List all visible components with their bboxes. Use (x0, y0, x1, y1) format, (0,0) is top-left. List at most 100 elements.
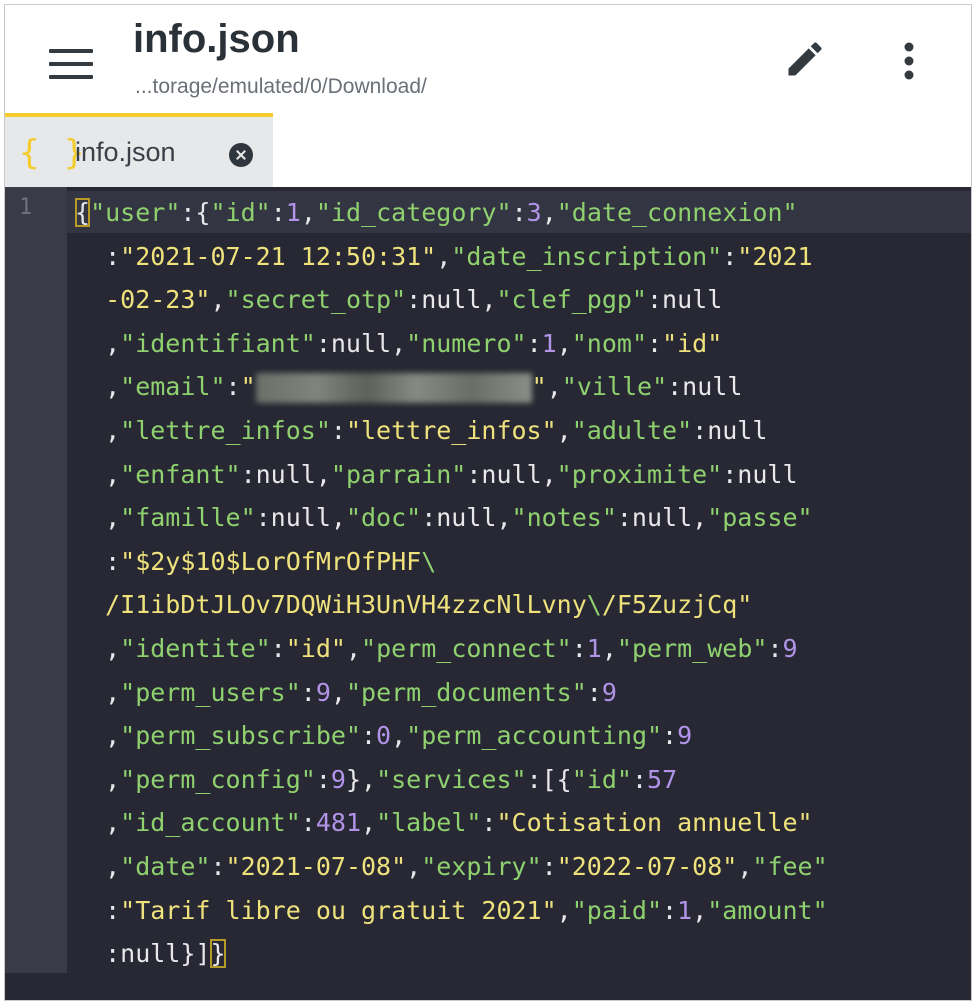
code-token: "2021-07-08" (225, 852, 407, 881)
more-vert-icon[interactable] (893, 39, 925, 83)
code-token: " (240, 372, 256, 402)
code-token: , (737, 852, 753, 881)
code-token: :null, (616, 503, 708, 533)
code-token: : (511, 198, 527, 227)
code-token: : (330, 416, 346, 445)
code-token: "proximite" (556, 459, 723, 489)
code-token: "famille" (120, 503, 256, 533)
tab-label: info.json (75, 137, 176, 167)
code-token: 9 (782, 634, 798, 663)
code-line: ,"enfant":null,"parrain":null,"proximite… (75, 453, 797, 497)
code-token: , (556, 328, 572, 358)
code-token: , (541, 198, 557, 227)
code-token: "fee" (752, 852, 828, 881)
code-token: "2021-07-21 12:50:31" (120, 241, 437, 271)
code-token: : (210, 852, 226, 881)
code-token: "perm_subscribe" (120, 721, 361, 751)
code-token: "identite" (120, 634, 271, 663)
code-token: , (75, 634, 121, 663)
code-line: ,"perm_subscribe":0,"perm_accounting":9 (75, 714, 692, 758)
code-token: , (210, 285, 226, 315)
hamburger-menu-icon[interactable] (49, 49, 93, 81)
code-token: "date" (120, 852, 211, 881)
code-token: : (586, 677, 602, 707)
code-token: "adulte" (571, 416, 693, 445)
code-token: , (75, 416, 121, 445)
code-token: :[{ (526, 764, 572, 794)
pencil-icon[interactable] (783, 37, 827, 81)
code-token: "lettre_infos" (120, 416, 331, 445)
code-token: : (75, 895, 121, 925)
code-token: : (360, 721, 377, 751)
code-token: "perm_connect" (361, 634, 572, 663)
code-token: : (315, 764, 331, 794)
code-token: "perm_users" (120, 677, 301, 707)
code-token: 1 (285, 198, 301, 227)
code-token: , (75, 328, 121, 358)
redacted-email (255, 373, 532, 404)
code-token: }, (345, 764, 377, 794)
file-path: ...torage/emulated/0/Download/ (135, 75, 427, 98)
code-token: 9 (330, 764, 346, 794)
code-token: , (436, 241, 452, 271)
code-line: ,"identifiant":null,"numero":1,"nom":"id… (75, 322, 722, 366)
code-token: , (75, 677, 121, 707)
code-token: "notes" (511, 503, 617, 533)
code-line: {"user":{"id":1,"id_category":3,"date_co… (75, 191, 798, 235)
code-line: /I1ibDtJLOv7DQWiH3UnVH4zzcNlLvny\/F5Zuzj… (75, 583, 752, 627)
line-number: 1 (19, 195, 33, 220)
code-token: "enfant" (120, 459, 241, 489)
code-token: , (75, 459, 121, 489)
code-token: "perm_accounting" (406, 721, 663, 751)
code-token: : (300, 808, 316, 838)
tab-info-json[interactable]: { } info.json (5, 113, 273, 187)
code-token: , (601, 634, 617, 663)
code-token: "ville" (561, 372, 668, 402)
code-token: , (556, 895, 572, 925)
code-token: "clef_pgp" (496, 285, 647, 315)
code-token: , (75, 852, 121, 881)
code-token: 1 (586, 634, 602, 663)
code-line: ,"identite":"id","perm_connect":1,"perm_… (75, 627, 798, 671)
code-token: 1 (541, 328, 557, 358)
code-token: , (330, 677, 346, 707)
code-line: ,"perm_config":9},"services":[{"id":57 (75, 758, 677, 802)
code-token: "id_category" (315, 198, 512, 227)
code-token: : (662, 721, 678, 751)
code-token: "user" (90, 198, 181, 227)
code-token: : (541, 852, 557, 881)
code-token: \ (586, 590, 602, 620)
code-token: :null}] (75, 939, 211, 969)
code-token: :null, (421, 503, 512, 533)
code-token: , (75, 503, 121, 533)
code-editor[interactable]: 1 {"user":{"id":1,"id_category":3,"date_… (5, 187, 971, 1000)
code-token: : (300, 677, 316, 707)
line-gutter: 1 (5, 187, 67, 973)
code-token: 3 (526, 198, 542, 227)
code-token: "label" (376, 808, 482, 838)
code-token: "$2y$10$LorOfMrOfPHF (120, 546, 422, 576)
code-line: ,"perm_users":9,"perm_documents":9 (75, 671, 617, 715)
code-token: : (526, 328, 542, 358)
code-line: ,"lettre_infos":"lettre_infos","adulte":… (75, 409, 767, 453)
code-line: -02-23","secret_otp":null,"clef_pgp":nul… (75, 278, 722, 322)
code-token: : (75, 241, 121, 271)
code-token: : (75, 546, 121, 576)
file-title: info.json (133, 17, 300, 61)
close-circle-icon[interactable] (229, 143, 253, 167)
code-token: "id_account" (120, 808, 301, 838)
code-token: " (531, 372, 547, 402)
code-line: :"2021-07-21 12:50:31","date_inscription… (75, 235, 813, 279)
code-line: ,"famille":null,"doc":null,"notes":null,… (75, 496, 812, 540)
code-token: :null, (240, 459, 331, 489)
code-token: : (225, 372, 241, 402)
code-token: , (391, 721, 407, 751)
code-token: :null (667, 372, 743, 402)
code-token: :null (692, 416, 768, 445)
code-token: "perm_config" (120, 764, 316, 794)
code-token: "amount" (707, 895, 828, 925)
code-line: :"Tarif libre ou gratuit 2021","paid":1,… (75, 889, 828, 933)
code-token: "2021 (737, 241, 813, 271)
code-token: 1 (677, 895, 693, 925)
code-token: : (722, 241, 738, 271)
